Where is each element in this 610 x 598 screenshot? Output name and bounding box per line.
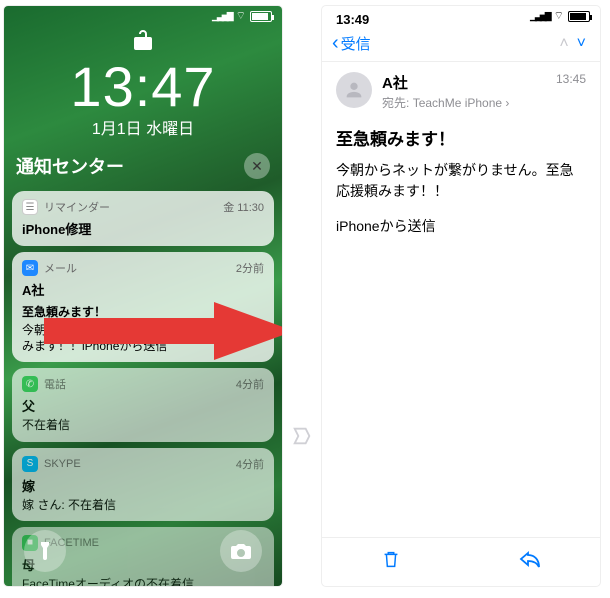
recipient-name: TeachMe iPhone bbox=[413, 96, 502, 110]
notification-card-reminder[interactable]: ☰ リマインダー 金 11:30 iPhone修理 bbox=[12, 191, 274, 246]
status-bar: 13:49 ⌔ bbox=[322, 6, 600, 26]
notification-app-name: SKYPE bbox=[44, 458, 81, 470]
notification-card-phone[interactable]: ✆ 電話 4分前 父 不在着信 bbox=[12, 368, 274, 441]
notification-body: 嫁 さん: 不在着信 bbox=[22, 497, 264, 513]
instruction-arrow bbox=[44, 300, 282, 362]
mail-body: 今朝からネットが繋がりません。至急応援頼みます！！ iPhoneから送信 bbox=[322, 160, 600, 251]
notification-title: A社 bbox=[22, 280, 264, 299]
battery-icon bbox=[568, 11, 590, 22]
mail-time: 13:45 bbox=[556, 72, 586, 86]
mail-subject: 至急頼みます！ bbox=[336, 125, 586, 150]
sender-name[interactable]: A社 bbox=[382, 72, 546, 93]
notification-time: 4分前 bbox=[236, 456, 264, 472]
avatar bbox=[336, 72, 372, 108]
mail-signature: iPhoneから送信 bbox=[336, 216, 586, 237]
wifi-icon: ⌔ bbox=[236, 9, 246, 23]
notification-title: 父 bbox=[22, 396, 264, 415]
cellular-icon bbox=[530, 10, 550, 22]
back-icon[interactable]: ‹ bbox=[332, 32, 339, 55]
lock-screen-phone: ⌔ 13:47 1月1日 水曜日 通知センター ✕ ☰ リマインダー 金 11:… bbox=[4, 6, 282, 586]
flashlight-button[interactable] bbox=[24, 530, 66, 572]
close-icon[interactable]: ✕ bbox=[244, 153, 270, 179]
mail-icon: ✉ bbox=[22, 260, 38, 276]
reply-icon[interactable] bbox=[518, 549, 542, 575]
mail-toolbar bbox=[322, 537, 600, 586]
lock-time: 13:47 bbox=[4, 54, 282, 119]
lock-date: 1月1日 水曜日 bbox=[4, 115, 282, 139]
notification-time: 2分前 bbox=[236, 260, 264, 276]
status-bar: ⌔ bbox=[4, 6, 282, 26]
chevron-right-icon: › bbox=[505, 96, 509, 110]
recipient-prefix: 宛先: bbox=[382, 96, 409, 110]
next-message-icon[interactable]: ˅ bbox=[573, 35, 590, 53]
mail-body-text: 今朝からネットが繋がりません。至急応援頼みます！！ bbox=[336, 160, 586, 202]
notification-app-name: メール bbox=[44, 260, 77, 276]
notification-body: FaceTimeオーディオの不在着信 bbox=[22, 576, 264, 586]
camera-button[interactable] bbox=[220, 530, 262, 572]
notification-app-name: リマインダー bbox=[44, 199, 110, 215]
cellular-icon bbox=[212, 10, 232, 22]
wifi-icon: ⌔ bbox=[554, 9, 564, 23]
reminder-icon: ☰ bbox=[22, 199, 38, 215]
back-label[interactable]: 受信 bbox=[341, 33, 371, 54]
notification-time: 4分前 bbox=[236, 376, 264, 392]
notification-card-skype[interactable]: S SKYPE 4分前 嫁 嫁 さん: 不在着信 bbox=[12, 448, 274, 521]
status-time: 13:49 bbox=[336, 12, 369, 27]
trash-icon[interactable] bbox=[380, 548, 402, 576]
phone-icon: ✆ bbox=[22, 376, 38, 392]
notification-center-title: 通知センター bbox=[16, 153, 124, 179]
skype-icon: S bbox=[22, 456, 38, 472]
notification-time: 金 11:30 bbox=[223, 199, 264, 215]
mail-nav-bar: ‹ 受信 ˄ ˅ bbox=[322, 26, 600, 62]
prev-message-icon[interactable]: ˄ bbox=[555, 35, 572, 53]
notification-app-name: 電話 bbox=[44, 376, 66, 392]
transition-arrow-icon bbox=[290, 425, 314, 454]
notification-title: iPhone修理 bbox=[22, 219, 264, 238]
notification-body: 不在着信 bbox=[22, 417, 264, 433]
mail-detail-phone: 13:49 ⌔ ‹ 受信 ˄ ˅ A社 宛先: TeachMe iPhone ›… bbox=[322, 6, 600, 586]
recipient-row[interactable]: 宛先: TeachMe iPhone › bbox=[382, 94, 546, 111]
battery-icon bbox=[250, 11, 272, 22]
notification-title: 嫁 bbox=[22, 476, 264, 495]
